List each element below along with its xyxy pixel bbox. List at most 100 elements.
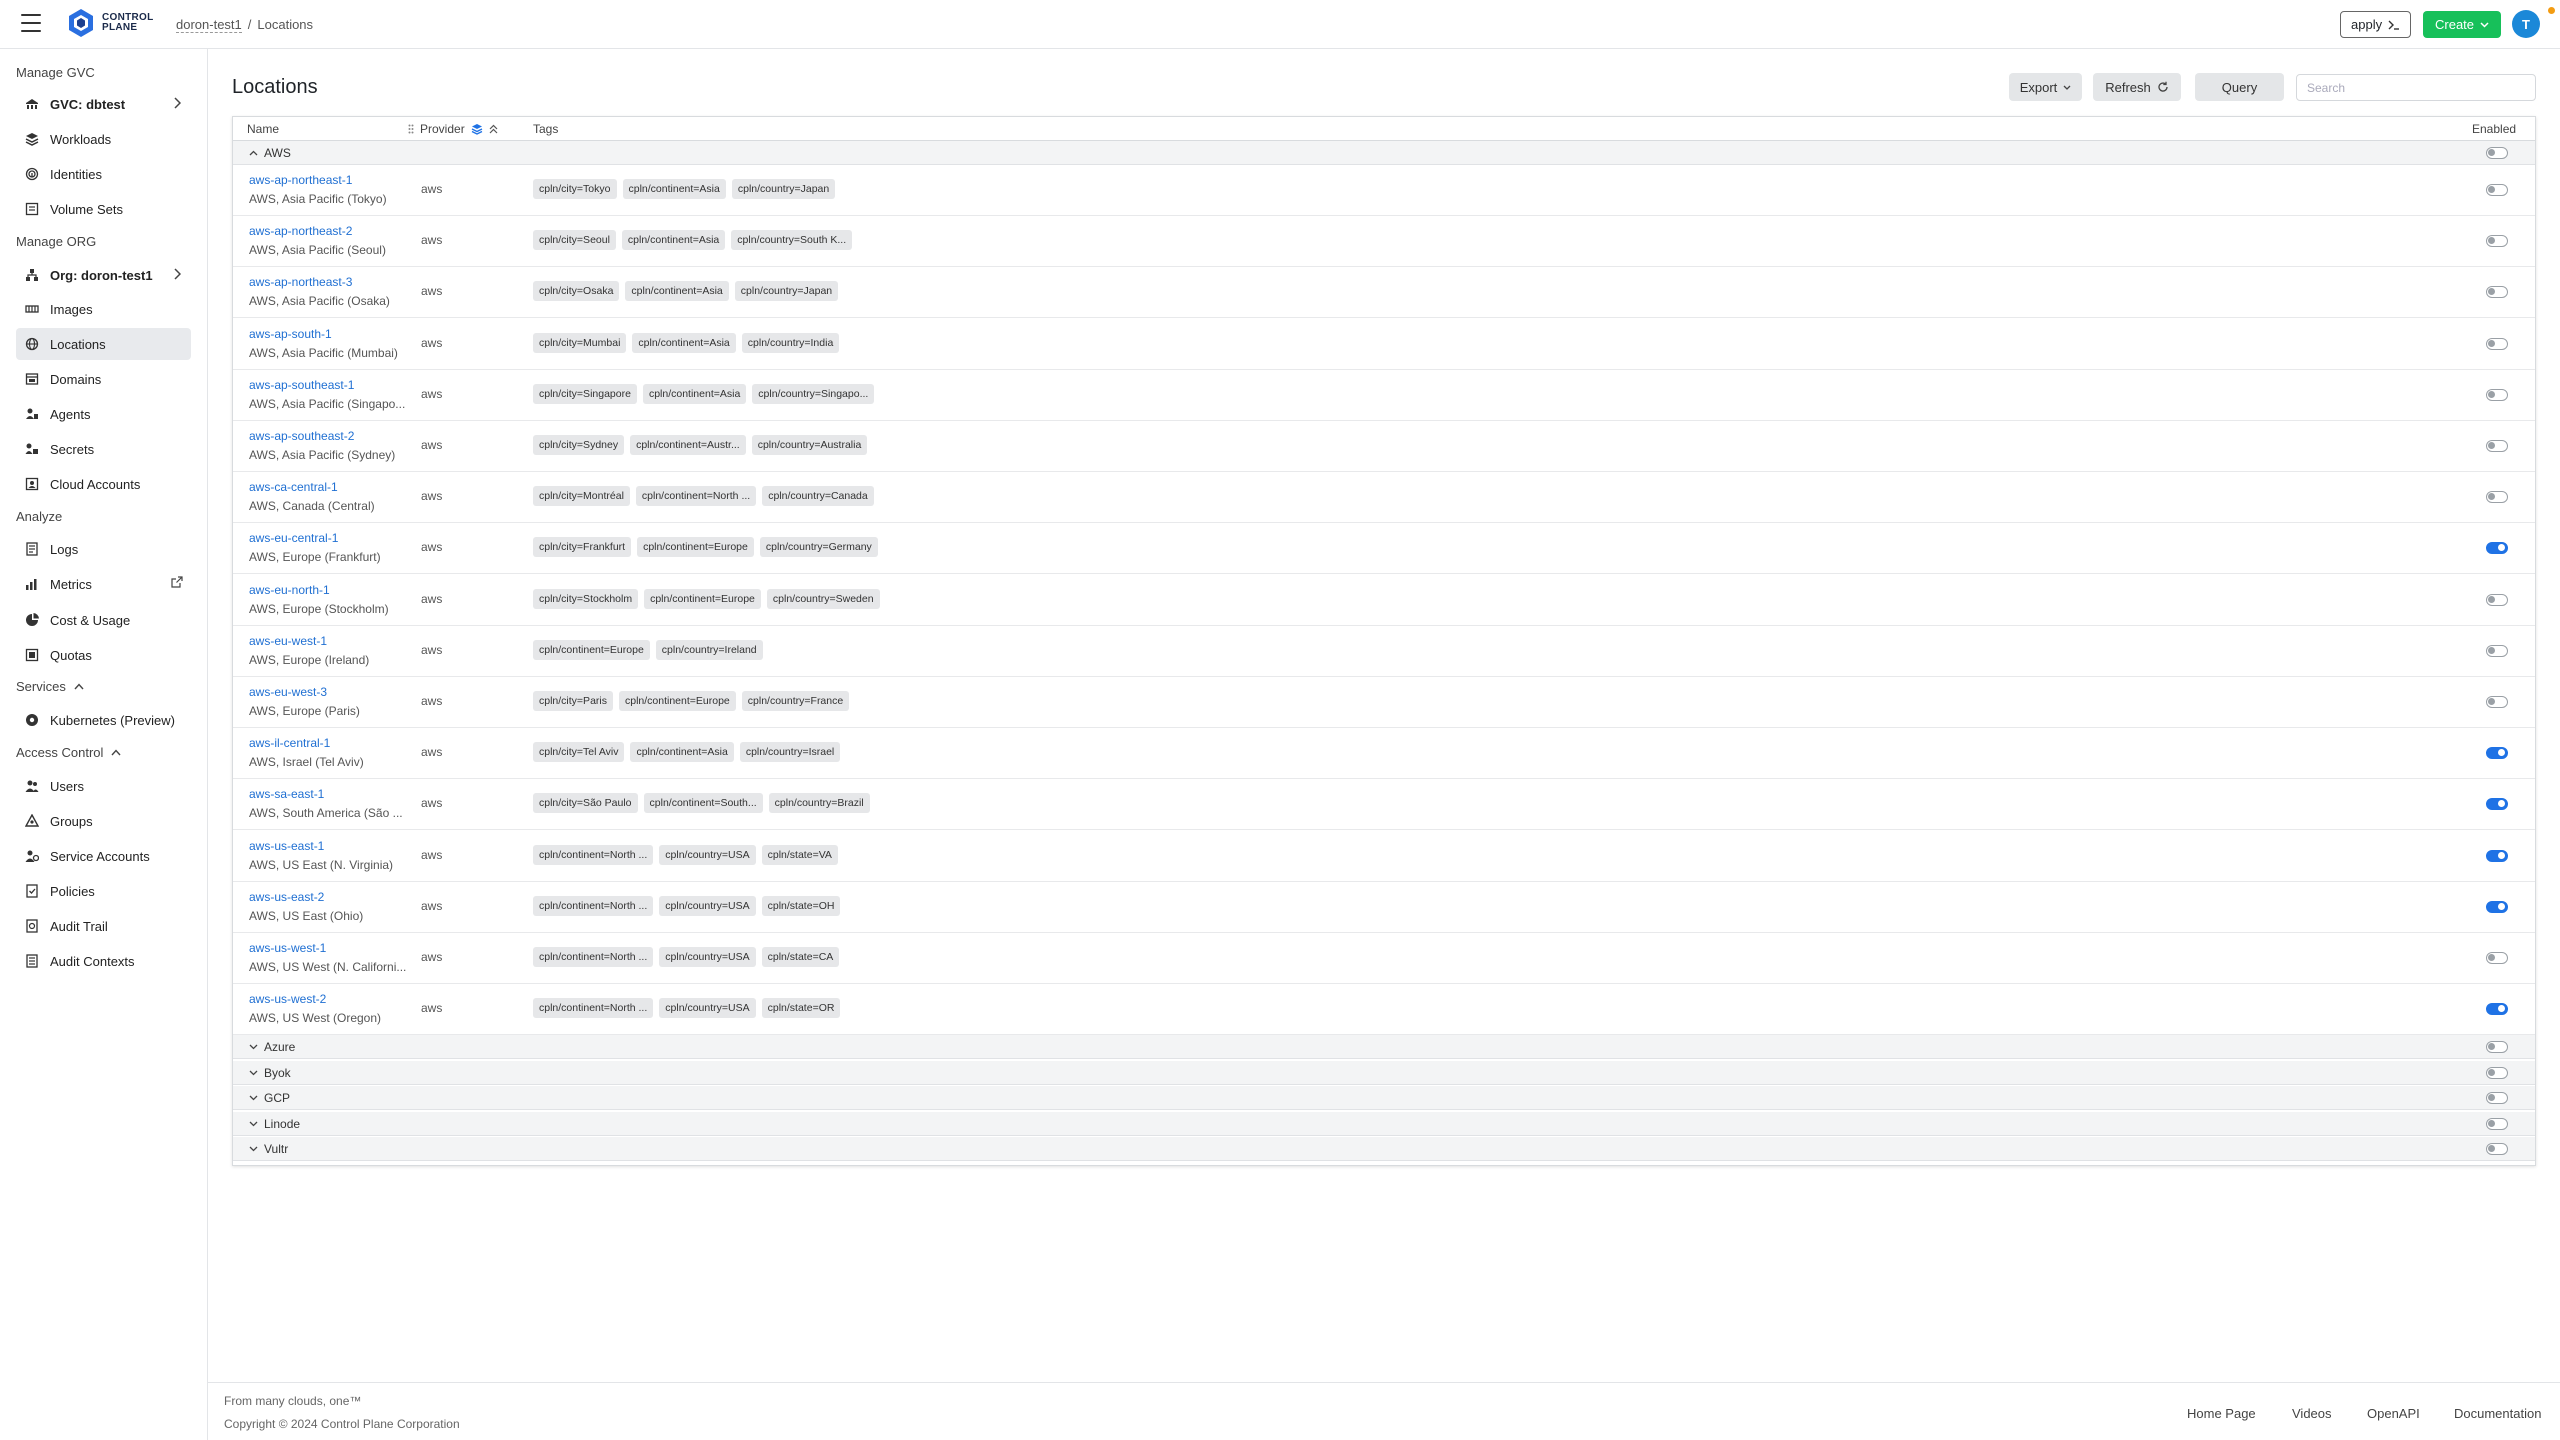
enabled-toggle[interactable]: [2486, 440, 2508, 452]
enabled-toggle[interactable]: [2486, 1003, 2508, 1016]
location-name-link[interactable]: aws-eu-west-3: [249, 685, 327, 699]
sort-up-icon[interactable]: [489, 124, 498, 134]
group-by-icon[interactable]: [471, 123, 483, 135]
enabled-toggle[interactable]: [2486, 747, 2508, 760]
sidebar-item-secrets[interactable]: Secrets: [16, 433, 191, 465]
table-row[interactable]: aws-eu-west-3 AWS, Europe (Paris) aws cpln/…: [233, 677, 2535, 728]
enabled-toggle[interactable]: [2486, 849, 2508, 862]
location-name-link[interactable]: aws-ap-northeast-2: [249, 224, 352, 238]
table-row[interactable]: aws-ca-central-1 AWS, Canada (Central) aws…: [233, 472, 2535, 524]
refresh-button[interactable]: Refresh: [2093, 73, 2181, 101]
breadcrumb-org[interactable]: doron-test1: [176, 17, 242, 33]
group-toggle[interactable]: [2486, 1066, 2508, 1079]
search-input[interactable]: [2296, 74, 2536, 101]
location-name-link[interactable]: aws-ca-central-1: [249, 480, 338, 494]
table-row[interactable]: aws-ap-northeast-2 AWS, Asia Pacific (Seo…: [233, 216, 2535, 268]
menu-icon[interactable]: [21, 14, 41, 32]
table-row[interactable]: aws-ap-southeast-2 AWS, Asia Pacific (Syd…: [233, 421, 2535, 472]
location-name-link[interactable]: aws-ap-northeast-3: [249, 275, 352, 289]
enabled-toggle[interactable]: [2486, 542, 2508, 555]
table-row[interactable]: aws-il-central-1 AWS, Israel (Tel Aviv) aw…: [233, 728, 2535, 780]
location-name-link[interactable]: aws-ap-south-1: [249, 327, 332, 341]
sidebar-item-agents[interactable]: Agents: [16, 398, 191, 430]
column-header-tags[interactable]: Tags: [533, 122, 558, 136]
location-name-link[interactable]: aws-us-west-2: [249, 992, 326, 1006]
sidebar-item-cost-usage[interactable]: Cost & Usage: [16, 604, 191, 636]
sidebar-item-groups[interactable]: Groups: [16, 805, 191, 837]
enabled-toggle[interactable]: [2486, 184, 2508, 196]
location-name-link[interactable]: aws-us-east-2: [249, 890, 324, 904]
enabled-toggle[interactable]: [2486, 644, 2508, 657]
enabled-toggle[interactable]: [2486, 696, 2508, 708]
table-row[interactable]: aws-eu-west-1 AWS, Europe (Ireland) aws cpl…: [233, 626, 2535, 677]
table-row[interactable]: aws-ap-northeast-3 AWS, Asia Pacific (Osa…: [233, 267, 2535, 319]
location-name-link[interactable]: aws-sa-east-1: [249, 787, 324, 801]
location-name-link[interactable]: aws-ap-southeast-2: [249, 429, 354, 443]
sidebar-item-quotas[interactable]: Quotas: [16, 639, 191, 671]
group-row-vultr[interactable]: Vultr: [233, 1137, 2535, 1162]
sidebar-item-policies[interactable]: Policies: [16, 875, 191, 907]
sidebar-item-workloads[interactable]: Workloads: [16, 123, 191, 155]
footer-link-home[interactable]: Home Page: [2187, 1406, 2256, 1421]
export-button[interactable]: Export: [2009, 73, 2082, 101]
table-row[interactable]: aws-ap-northeast-1 AWS, Asia Pacific (Tok…: [233, 165, 2535, 216]
sidebar-item-audit-contexts[interactable]: Audit Contexts: [16, 945, 191, 977]
footer-link-videos[interactable]: Videos: [2292, 1406, 2332, 1421]
sidebar-item-org[interactable]: Org: doron-test1: [16, 259, 191, 291]
sidebar-item-identities[interactable]: Identities: [16, 158, 191, 190]
location-name-link[interactable]: aws-eu-north-1: [249, 583, 330, 597]
sidebar-item-service-accounts[interactable]: Service Accounts: [16, 840, 191, 872]
apply-button[interactable]: apply: [2340, 11, 2412, 38]
footer-link-openapi[interactable]: OpenAPI: [2367, 1406, 2420, 1421]
group-toggle[interactable]: [2486, 1041, 2508, 1054]
column-header-name[interactable]: Name: [247, 122, 279, 136]
user-avatar[interactable]: T: [2512, 10, 2540, 38]
group-toggle-aws[interactable]: [2486, 147, 2508, 159]
enabled-toggle[interactable]: [2486, 286, 2508, 299]
table-row[interactable]: aws-ap-south-1 AWS, Asia Pacific (Mumbai)…: [233, 319, 2535, 370]
table-row[interactable]: aws-us-west-1 AWS, US West (N. Californi.…: [233, 933, 2535, 984]
table-row[interactable]: aws-eu-north-1 AWS, Europe (Stockholm) aws…: [233, 575, 2535, 626]
sidebar-item-kubernetes[interactable]: Kubernetes (Preview): [16, 704, 191, 736]
enabled-toggle[interactable]: [2486, 337, 2508, 350]
sidebar-item-logs[interactable]: Logs: [16, 533, 191, 565]
enabled-toggle[interactable]: [2486, 900, 2508, 913]
enabled-toggle[interactable]: [2486, 388, 2508, 401]
sidebar-item-volume-sets[interactable]: Volume Sets: [16, 193, 191, 225]
drag-handle-icon[interactable]: [408, 124, 414, 134]
column-header-provider[interactable]: Provider: [408, 122, 498, 136]
group-toggle[interactable]: [2486, 1143, 2508, 1156]
group-toggle[interactable]: [2486, 1092, 2508, 1105]
enabled-toggle[interactable]: [2486, 491, 2508, 504]
create-button[interactable]: Create: [2423, 11, 2502, 38]
group-row-azure[interactable]: Azure: [233, 1035, 2535, 1060]
footer-link-documentation[interactable]: Documentation: [2454, 1406, 2541, 1421]
section-access-control[interactable]: Access Control: [16, 745, 121, 760]
group-row-linode[interactable]: Linode: [233, 1111, 2535, 1136]
sidebar-item-gvc[interactable]: GVC: dbtest: [16, 88, 191, 120]
location-name-link[interactable]: aws-eu-central-1: [249, 531, 338, 545]
enabled-toggle[interactable]: [2486, 593, 2508, 606]
sidebar-item-metrics[interactable]: Metrics: [16, 568, 191, 600]
table-row[interactable]: aws-sa-east-1 AWS, South America (São ...…: [233, 779, 2535, 831]
location-name-link[interactable]: aws-il-central-1: [249, 736, 330, 750]
group-row-gcp[interactable]: GCP: [233, 1086, 2535, 1111]
section-services[interactable]: Services: [16, 679, 84, 694]
sidebar-item-cloud-accounts[interactable]: Cloud Accounts: [16, 468, 191, 500]
sidebar-item-images[interactable]: Images: [16, 293, 191, 325]
table-row[interactable]: aws-eu-central-1 AWS, Europe (Frankfurt) a…: [233, 523, 2535, 575]
location-name-link[interactable]: aws-ap-northeast-1: [249, 173, 352, 187]
table-row[interactable]: aws-us-east-2 AWS, US East (Ohio) aws cpln/…: [233, 882, 2535, 933]
enabled-toggle[interactable]: [2486, 952, 2508, 964]
location-name-link[interactable]: aws-ap-southeast-1: [249, 378, 354, 392]
sidebar-item-users[interactable]: Users: [16, 770, 191, 802]
control-plane-logo[interactable]: CONTROL PLANE: [68, 8, 154, 38]
sidebar-item-locations[interactable]: Locations: [16, 328, 191, 360]
sidebar-item-domains[interactable]: Domains: [16, 363, 191, 395]
group-toggle[interactable]: [2486, 1117, 2508, 1130]
query-button[interactable]: Query: [2195, 73, 2284, 101]
table-row[interactable]: aws-us-west-2 AWS, US West (Oregon) aws cpl…: [233, 984, 2535, 1036]
location-name-link[interactable]: aws-us-west-1: [249, 941, 326, 955]
table-row[interactable]: aws-us-east-1 AWS, US East (N. Virginia) a…: [233, 831, 2535, 882]
table-row[interactable]: aws-ap-southeast-1 AWS, Asia Pacific (Sin…: [233, 370, 2535, 421]
